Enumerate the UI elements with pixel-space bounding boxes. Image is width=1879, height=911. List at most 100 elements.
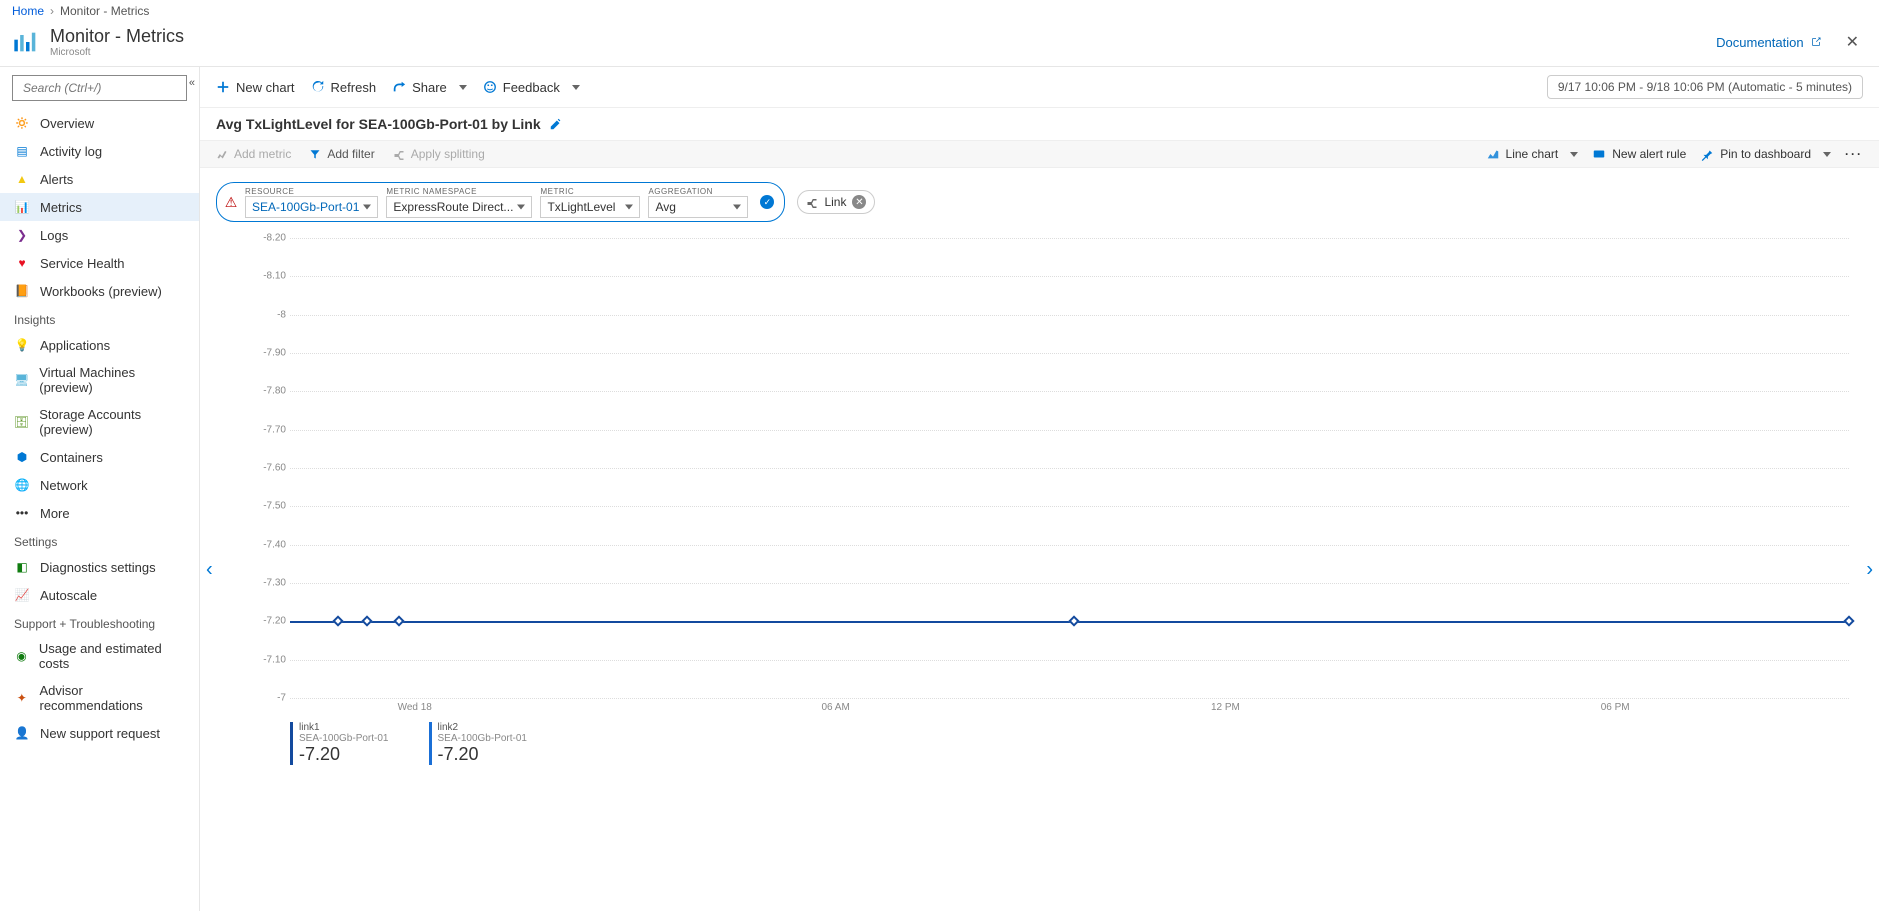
sidebar-item-logs[interactable]: ❯Logs xyxy=(0,221,199,249)
sidebar-group-settings: Settings xyxy=(0,527,199,553)
sidebar-item-support-request[interactable]: 👤New support request xyxy=(0,719,199,747)
documentation-link[interactable]: Documentation xyxy=(1716,35,1821,50)
logs-icon: ❯ xyxy=(14,227,30,243)
autoscale-icon: 📈 xyxy=(14,587,30,603)
legend-item-link2[interactable]: link2 SEA-100Gb-Port-01 -7.20 xyxy=(429,722,528,765)
more-menu-button[interactable]: ··· xyxy=(1845,147,1863,161)
diagnostics-icon: ◧ xyxy=(14,559,30,575)
top-toolbar: New chart Refresh Share Feedback 9/17 10… xyxy=(200,67,1879,108)
page-title: Monitor - Metrics xyxy=(50,26,184,47)
activity-log-icon: ▤ xyxy=(14,143,30,159)
sidebar-item-service-health[interactable]: ♥Service Health xyxy=(0,249,199,277)
sidebar-item-autoscale[interactable]: 📈Autoscale xyxy=(0,581,199,609)
workbooks-icon: 📙 xyxy=(14,283,30,299)
pin-button[interactable]: Pin to dashboard xyxy=(1700,147,1831,161)
monitor-logo-icon xyxy=(12,28,40,56)
service-health-icon: ♥ xyxy=(14,255,30,271)
namespace-label: METRIC NAMESPACE xyxy=(386,187,532,196)
vm-icon: 🖥 xyxy=(14,372,29,388)
sidebar-item-network[interactable]: 🌐Network xyxy=(0,471,199,499)
sidebar-item-overview[interactable]: 🔅Overview xyxy=(0,109,199,137)
time-range-picker[interactable]: 9/17 10:06 PM - 9/18 10:06 PM (Automatic… xyxy=(1547,75,1863,99)
chart-area: ‹ › -8.20-8.10-8-7.90-7.80-7.70-7.60-7.5… xyxy=(200,228,1879,911)
aggregation-label: AGGREGATION xyxy=(648,187,748,196)
share-icon xyxy=(392,80,406,94)
aggregation-selector[interactable]: Avg xyxy=(648,196,748,218)
metric-selector-row: ⚠ RESOURCE SEA-100Gb-Port-01 METRIC NAME… xyxy=(200,168,1879,228)
chart-title: Avg TxLightLevel for SEA-100Gb-Port-01 b… xyxy=(216,116,541,132)
chart-next-button[interactable]: › xyxy=(1866,558,1873,581)
chart-type-button[interactable]: Line chart xyxy=(1486,147,1579,161)
feedback-button[interactable]: Feedback xyxy=(483,80,580,95)
containers-icon: ⬢ xyxy=(14,449,30,465)
metric-toolbar: Add metric Add filter Apply splitting Li… xyxy=(200,140,1879,168)
sidebar-item-workbooks[interactable]: 📙Workbooks (preview) xyxy=(0,277,199,305)
sidebar-item-diagnostics[interactable]: ◧Diagnostics settings xyxy=(0,553,199,581)
alert-icon xyxy=(1592,147,1606,161)
sidebar-collapse-icon[interactable]: « xyxy=(189,77,195,89)
namespace-selector[interactable]: ExpressRoute Direct... xyxy=(386,196,532,218)
chart-legend: link1 SEA-100Gb-Port-01 -7.20 link2 SEA-… xyxy=(290,722,1849,765)
network-icon: 🌐 xyxy=(14,477,30,493)
edit-title-icon[interactable] xyxy=(549,117,563,131)
feedback-icon xyxy=(483,80,497,94)
search-input[interactable] xyxy=(23,81,180,95)
metrics-icon: 📊 xyxy=(14,199,30,215)
metric-selector[interactable]: TxLightLevel xyxy=(540,196,640,218)
sidebar-group-insights: Insights xyxy=(0,305,199,331)
add-metric-button[interactable]: Add metric xyxy=(216,147,291,161)
sidebar-item-advisor[interactable]: ✦Advisor recommendations xyxy=(0,677,199,719)
sidebar-item-usage[interactable]: ◉Usage and estimated costs xyxy=(0,635,199,677)
refresh-button[interactable]: Refresh xyxy=(311,80,377,95)
storage-icon: 🗄 xyxy=(14,414,29,430)
breadcrumb: Home › Monitor - Metrics xyxy=(0,0,1879,22)
apply-splitting-button[interactable]: Apply splitting xyxy=(393,147,485,161)
line-chart-icon xyxy=(1486,147,1500,161)
sidebar-item-containers[interactable]: ⬢Containers xyxy=(0,443,199,471)
alerts-icon: ▲ xyxy=(14,171,30,187)
usage-icon: ◉ xyxy=(14,648,29,664)
sidebar-item-more[interactable]: •••More xyxy=(0,499,199,527)
external-link-icon xyxy=(1810,36,1822,48)
sidebar-item-applications[interactable]: 💡Applications xyxy=(0,331,199,359)
more-icon: ••• xyxy=(14,505,30,521)
confirm-icon[interactable] xyxy=(760,195,774,209)
remove-tag-button[interactable]: ✕ xyxy=(852,195,866,209)
chart-prev-button[interactable]: ‹ xyxy=(206,558,213,581)
close-button[interactable]: ✕ xyxy=(1838,28,1867,56)
split-tag: Link ✕ xyxy=(797,190,875,214)
sidebar-search[interactable] xyxy=(12,75,187,101)
metric-selector-pill: ⚠ RESOURCE SEA-100Gb-Port-01 METRIC NAME… xyxy=(216,182,785,222)
sidebar-item-storage[interactable]: 🗄Storage Accounts (preview) xyxy=(0,401,199,443)
main-content: New chart Refresh Share Feedback 9/17 10… xyxy=(200,67,1879,911)
breadcrumb-sep: › xyxy=(50,4,54,18)
warning-icon: ⚠ xyxy=(221,194,241,211)
chart-x-axis: Wed 1806 AM12 PM06 PM xyxy=(290,702,1849,718)
sidebar-item-vms[interactable]: 🖥Virtual Machines (preview) xyxy=(0,359,199,401)
sidebar-item-alerts[interactable]: ▲Alerts xyxy=(0,165,199,193)
pin-icon xyxy=(1700,147,1714,161)
sidebar-item-metrics[interactable]: 📊Metrics xyxy=(0,193,199,221)
page-header: Monitor - Metrics Microsoft Documentatio… xyxy=(0,22,1879,67)
legend-item-link1[interactable]: link1 SEA-100Gb-Port-01 -7.20 xyxy=(290,722,389,765)
splitting-icon xyxy=(393,148,405,160)
advisor-icon: ✦ xyxy=(14,690,29,706)
applications-icon: 💡 xyxy=(14,337,30,353)
split-tag-icon xyxy=(806,196,818,208)
breadcrumb-current: Monitor - Metrics xyxy=(60,4,149,18)
filter-icon xyxy=(309,148,321,160)
refresh-icon xyxy=(311,80,325,94)
sidebar: « 🔅Overview ▤Activity log ▲Alerts 📊Metri… xyxy=(0,67,200,911)
plus-icon xyxy=(216,80,230,94)
new-chart-button[interactable]: New chart xyxy=(216,80,295,95)
sidebar-group-support: Support + Troubleshooting xyxy=(0,609,199,635)
breadcrumb-home[interactable]: Home xyxy=(12,4,44,18)
new-alert-button[interactable]: New alert rule xyxy=(1592,147,1686,161)
resource-selector[interactable]: SEA-100Gb-Port-01 xyxy=(245,196,378,218)
share-button[interactable]: Share xyxy=(392,80,467,95)
split-tag-label: Link xyxy=(824,195,846,209)
support-icon: 👤 xyxy=(14,725,30,741)
sidebar-item-activity-log[interactable]: ▤Activity log xyxy=(0,137,199,165)
chart-canvas[interactable]: -8.20-8.10-8-7.90-7.80-7.70-7.60-7.50-7.… xyxy=(250,238,1849,698)
add-filter-button[interactable]: Add filter xyxy=(309,147,374,161)
